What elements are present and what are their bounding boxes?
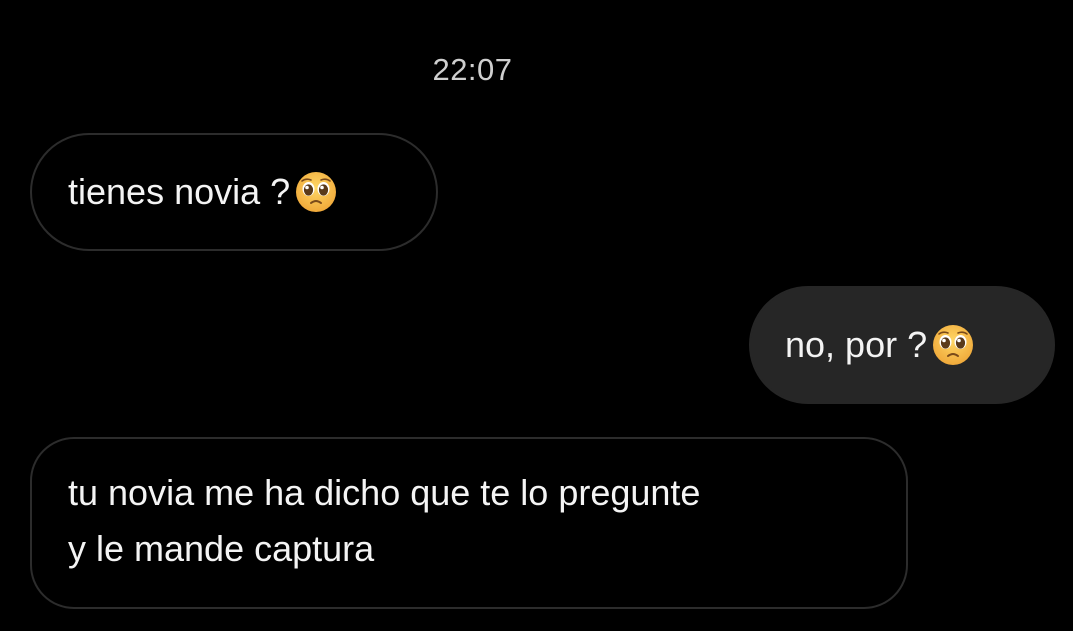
message-bubble-sent[interactable]: no, por ?: [749, 286, 1055, 404]
message-text: no, por ?: [785, 324, 928, 365]
message-bubble-received[interactable]: tu novia me ha dicho que te lo pregunte …: [30, 437, 908, 609]
pleading-face-icon: [931, 323, 975, 367]
message-bubble-received[interactable]: tienes novia ?: [30, 133, 438, 251]
pleading-face-icon: [294, 170, 338, 214]
message-text: tu novia me ha dicho que te lo pregunte …: [68, 472, 701, 569]
message-text: tienes novia ?: [68, 171, 291, 212]
message-timestamp: 22:07: [432, 52, 513, 87]
